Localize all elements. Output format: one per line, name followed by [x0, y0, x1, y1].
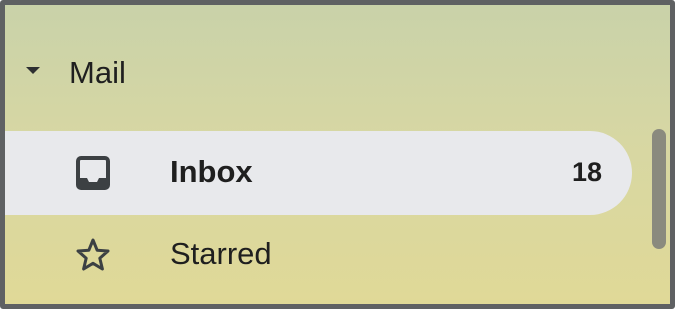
- mail-section-label: Mail: [69, 55, 126, 90]
- mail-navigation-panel: Mail Inbox 18 Starred: [0, 0, 675, 309]
- scrollbar-thumb[interactable]: [652, 129, 666, 249]
- nav-item-inbox[interactable]: Inbox 18: [5, 131, 632, 215]
- inbox-label: Inbox: [170, 154, 253, 189]
- star-icon: [73, 235, 113, 275]
- nav-item-starred[interactable]: Starred: [5, 213, 632, 297]
- starred-label: Starred: [170, 236, 272, 271]
- inbox-icon: [73, 153, 113, 193]
- inbox-unread-count: 18: [571, 157, 602, 187]
- caret-down-icon[interactable]: [26, 67, 40, 74]
